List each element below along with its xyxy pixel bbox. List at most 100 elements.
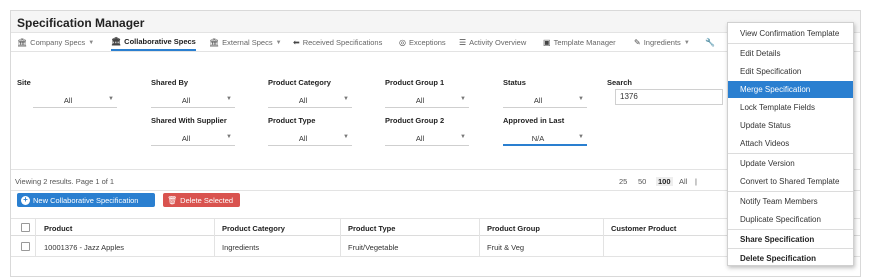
menu-item-update-status[interactable]: Update Status xyxy=(728,117,853,134)
bank-icon: 🏛 xyxy=(111,36,122,46)
product-group-1-select[interactable]: All ▼ xyxy=(385,92,469,108)
menu-item-delete-specification[interactable]: Delete Specification xyxy=(728,250,853,267)
site-label: Site xyxy=(17,78,31,87)
product-cell: 10001376 - Jazz Apples xyxy=(44,243,125,252)
search-label: Search xyxy=(607,78,633,87)
menu-item-update-version[interactable]: Update Version xyxy=(728,155,853,172)
column-header: Product Category xyxy=(222,224,285,233)
approved-in-last-select[interactable]: N/A ▼ xyxy=(503,130,587,146)
product-group-1-value: All xyxy=(415,96,425,105)
new-button-label: New Collaborative Specification xyxy=(33,195,139,205)
caret-down-icon: ▼ xyxy=(88,39,95,46)
menu-item-notify-team-members[interactable]: Notify Team Members xyxy=(728,193,853,210)
column-divider xyxy=(340,218,341,256)
column-divider xyxy=(479,218,480,256)
tab-external-specs[interactable]: 🏛 External Specs ▼ xyxy=(209,34,282,51)
caret-down-icon: ▼ xyxy=(226,134,232,140)
bank-icon: 🏛 xyxy=(209,37,220,47)
page-size-25[interactable]: 25 xyxy=(619,177,627,186)
caret-down-icon: ▼ xyxy=(460,134,466,140)
product-type-label: Product Type xyxy=(268,116,316,125)
column-divider xyxy=(214,218,215,256)
column-divider xyxy=(35,218,36,256)
page-size-50[interactable]: 50 xyxy=(638,177,646,186)
menu-item-convert-to-shared-template[interactable]: Convert to Shared Template xyxy=(728,173,853,190)
list-icon: ☰ xyxy=(459,37,467,47)
menu-separator xyxy=(728,43,853,44)
column-header: Product Group xyxy=(487,224,540,233)
tab-tools[interactable]: 🔧 xyxy=(705,34,715,51)
shared-with-supplier-select[interactable]: All ▼ xyxy=(151,130,235,146)
tab-label: Company Specs xyxy=(30,38,86,47)
page-title: Specification Manager xyxy=(17,16,145,30)
tab-exceptions[interactable]: ◎ Exceptions xyxy=(399,34,446,51)
shared-by-value: All xyxy=(181,96,191,105)
leaf-icon: ✎ xyxy=(634,37,641,47)
tab-label: Collaborative Specs xyxy=(124,37,196,46)
menu-item-edit-specification[interactable]: Edit Specification xyxy=(728,63,853,80)
tab-template-manager[interactable]: ▣ Template Manager xyxy=(543,34,616,51)
caret-down-icon: ▼ xyxy=(226,96,232,102)
delete-selected-button[interactable]: 🗑 Delete Selected xyxy=(163,193,240,207)
menu-item-merge-specification[interactable]: Merge Specification xyxy=(728,81,853,98)
pager-divider: | xyxy=(695,177,697,186)
product-group-2-value: All xyxy=(415,134,425,143)
column-header: Product Type xyxy=(348,224,396,233)
status-label: Status xyxy=(503,78,526,87)
status-value: All xyxy=(533,96,543,105)
tab-received-specifications[interactable]: ⬅ Received Specifications xyxy=(293,34,382,51)
tab-ingredients[interactable]: ✎ Ingredients ▼ xyxy=(634,34,690,51)
context-menu: View Confirmation Template Edit Details … xyxy=(727,22,854,266)
menu-item-duplicate-specification[interactable]: Duplicate Specification xyxy=(728,211,853,228)
shared-by-select[interactable]: All ▼ xyxy=(151,92,235,108)
product-group-1-label: Product Group 1 xyxy=(385,78,445,87)
results-summary: Viewing 2 results. Page 1 of 1 xyxy=(15,177,115,186)
clock-icon: ◎ xyxy=(399,37,406,47)
site-select[interactable]: All ▼ xyxy=(33,92,117,108)
menu-item-edit-details[interactable]: Edit Details xyxy=(728,45,853,62)
product-category-value: All xyxy=(298,96,308,105)
caret-down-icon: ▼ xyxy=(460,96,466,102)
column-header: Product xyxy=(44,224,73,233)
product-group-2-select[interactable]: All ▼ xyxy=(385,130,469,146)
shared-by-label: Shared By xyxy=(151,78,189,87)
page-size-all[interactable]: All xyxy=(679,177,687,186)
spec-manager-window: Specification Manager 🏛 Company Specs ▼ … xyxy=(10,10,861,277)
approved-in-last-label: Approved in Last xyxy=(503,116,565,125)
caret-down-icon: ▼ xyxy=(343,96,349,102)
menu-item-attach-videos[interactable]: Attach Videos xyxy=(728,135,853,152)
column-header: Customer Product xyxy=(611,224,677,233)
wrench-icon: 🔧 xyxy=(705,37,715,47)
tab-label: Ingredients xyxy=(643,38,681,47)
tab-activity-overview[interactable]: ☰ Activity Overview xyxy=(459,34,526,51)
menu-item-lock-template-fields[interactable]: Lock Template Fields xyxy=(728,99,853,116)
page-size-100[interactable]: 100 xyxy=(656,177,673,186)
column-divider xyxy=(603,218,604,256)
product-type-value: All xyxy=(298,134,308,143)
status-select[interactable]: All ▼ xyxy=(503,92,587,108)
tab-company-specs[interactable]: 🏛 Company Specs ▼ xyxy=(17,34,94,51)
caret-down-icon: ▼ xyxy=(578,134,584,140)
plus-circle-icon: + xyxy=(21,195,30,205)
menu-item-view-confirmation-template[interactable]: View Confirmation Template xyxy=(728,25,853,42)
tab-collaborative-specs[interactable]: 🏛 Collaborative Specs xyxy=(111,34,196,51)
search-input[interactable]: 1376 xyxy=(615,89,723,105)
shared-with-supplier-label: Shared With Supplier xyxy=(151,116,227,125)
tab-label: Activity Overview xyxy=(469,38,527,47)
product-type-select[interactable]: All ▼ xyxy=(268,130,352,146)
select-all-checkbox[interactable] xyxy=(21,223,30,232)
menu-item-share-specification[interactable]: Share Specification xyxy=(728,231,853,248)
trash-icon: 🗑 xyxy=(167,195,178,205)
caret-down-icon: ▼ xyxy=(343,134,349,140)
category-cell: Ingredients xyxy=(222,243,260,252)
new-collaborative-spec-button[interactable]: + New Collaborative Specification xyxy=(17,193,155,207)
tab-label: Template Manager xyxy=(553,38,616,47)
shared-with-supplier-value: All xyxy=(181,134,191,143)
caret-down-icon: ▼ xyxy=(108,96,114,102)
tab-label: External Specs xyxy=(222,38,273,47)
product-group-2-label: Product Group 2 xyxy=(385,116,445,125)
caret-down-icon: ▼ xyxy=(683,39,690,46)
product-category-select[interactable]: All ▼ xyxy=(268,92,352,108)
row-checkbox[interactable] xyxy=(21,242,30,251)
tab-label: Exceptions xyxy=(408,38,446,47)
